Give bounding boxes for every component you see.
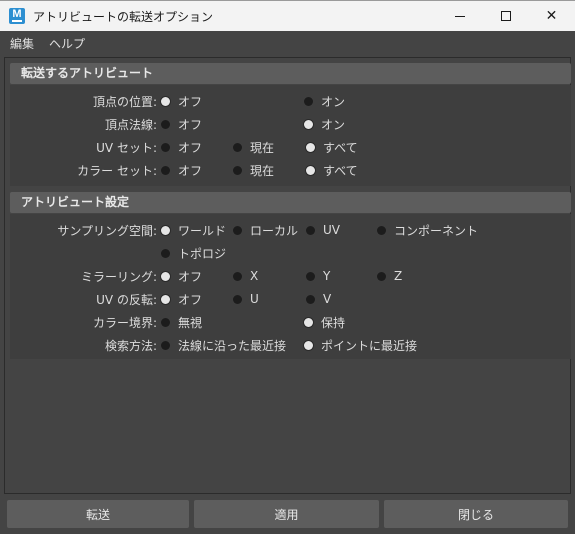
radio-uv-sets-off[interactable]: オフ — [161, 137, 202, 157]
radio-selected-icon — [306, 142, 315, 152]
radio-sample-space-uv[interactable]: UV — [306, 220, 340, 240]
radio-selected-icon — [306, 165, 315, 175]
menu-edit[interactable]: 編集 — [10, 35, 34, 52]
radio-unselected-icon — [161, 248, 170, 258]
radio-color-sets-off[interactable]: オフ — [161, 160, 202, 180]
row-uv-sets: UV セット: オフ 現在 すべて — [10, 137, 571, 157]
radio-selected-icon — [304, 317, 313, 327]
row-sample-space: サンプリング空間: ワールド ローカル UV コンポーネント — [10, 220, 571, 240]
label-flip-uvs: UV の反転: — [96, 293, 157, 307]
menu-bar: 編集 ヘルプ — [0, 31, 575, 53]
radio-selected-icon — [304, 119, 313, 129]
radio-uv-sets-current[interactable]: 現在 — [233, 137, 274, 157]
label-search-method: 検索方法: — [104, 339, 157, 353]
close-button[interactable]: 閉じる — [384, 500, 568, 528]
radio-unselected-icon — [233, 271, 242, 281]
radio-unselected-icon — [161, 142, 170, 152]
radio-unselected-icon — [233, 225, 242, 235]
radio-unselected-icon — [377, 271, 386, 281]
radio-selected-icon — [304, 340, 313, 350]
label-vertex-position: 頂点の位置: — [92, 95, 157, 109]
label-uv-sets: UV セット: — [96, 141, 157, 155]
radio-sample-space-topology[interactable]: トポロジ — [161, 243, 226, 263]
radio-unselected-icon — [233, 294, 242, 304]
row-color-sets: カラー セット: オフ 現在 すべて — [10, 160, 571, 180]
radio-color-sets-current[interactable]: 現在 — [233, 160, 274, 180]
minimize-icon — [454, 15, 465, 17]
row-search-method: 検索方法: 法線に沿った最近接 ポイントに最近接 — [10, 335, 571, 355]
radio-unselected-icon — [233, 165, 242, 175]
section-header-attributes-to-transfer[interactable]: 転送するアトリビュート — [10, 63, 571, 84]
maya-app-icon: M — [9, 8, 25, 24]
radio-vertex-normal-on[interactable]: オン — [304, 114, 345, 134]
close-window-button[interactable]: ✕ — [529, 1, 574, 31]
radio-selected-icon — [161, 225, 170, 235]
radio-flip-uvs-off[interactable]: オフ — [161, 289, 202, 309]
row-sample-space-2: トポロジ — [10, 243, 571, 263]
label-vertex-normal: 頂点法線: — [104, 118, 157, 132]
radio-color-borders-preserve[interactable]: 保持 — [304, 312, 345, 332]
radio-uv-sets-all[interactable]: すべて — [306, 137, 358, 157]
section-body-attribute-settings: サンプリング空間: ワールド ローカル UV コンポーネント トポロジ ミラーリ… — [10, 214, 571, 359]
radio-unselected-icon — [306, 225, 315, 235]
row-vertex-position: 頂点の位置: オフ オン — [10, 91, 571, 111]
radio-unselected-icon — [304, 96, 313, 106]
radio-vertex-position-off[interactable]: オフ — [161, 91, 202, 111]
radio-selected-icon — [161, 294, 170, 304]
radio-selected-icon — [161, 271, 170, 281]
radio-flip-uvs-u[interactable]: U — [233, 289, 259, 309]
radio-flip-uvs-v[interactable]: V — [306, 289, 331, 309]
radio-mirroring-off[interactable]: オフ — [161, 266, 202, 286]
window-title: アトリビュートの転送オプション — [33, 10, 214, 24]
label-mirroring: ミラーリング: — [80, 270, 157, 284]
radio-unselected-icon — [306, 271, 315, 281]
minimize-button[interactable] — [437, 1, 482, 31]
label-sample-space: サンプリング空間: — [57, 224, 157, 238]
row-vertex-normal: 頂点法線: オフ オン — [10, 114, 571, 134]
title-bar: M アトリビュートの転送オプション ✕ — [0, 0, 575, 31]
radio-color-borders-ignore[interactable]: 無視 — [161, 312, 202, 332]
radio-sample-space-local[interactable]: ローカル — [233, 220, 298, 240]
radio-unselected-icon — [161, 165, 170, 175]
transfer-button[interactable]: 転送 — [7, 500, 189, 528]
maximize-button[interactable] — [483, 1, 528, 31]
radio-unselected-icon — [161, 119, 170, 129]
radio-selected-icon — [161, 96, 170, 106]
radio-unselected-icon — [306, 294, 315, 304]
radio-search-method-closest-along-normal[interactable]: 法線に沿った最近接 — [161, 335, 286, 355]
row-color-borders: カラー境界: 無視 保持 — [10, 312, 571, 332]
radio-unselected-icon — [161, 340, 170, 350]
radio-mirroring-z[interactable]: Z — [377, 266, 402, 286]
row-flip-uvs: UV の反転: オフ U V — [10, 289, 571, 309]
section-header-attribute-settings[interactable]: アトリビュート設定 — [10, 192, 571, 213]
radio-sample-space-world[interactable]: ワールド — [161, 220, 226, 240]
radio-mirroring-x[interactable]: X — [233, 266, 258, 286]
radio-unselected-icon — [233, 142, 242, 152]
label-color-sets: カラー セット: — [77, 164, 157, 178]
menu-help[interactable]: ヘルプ — [49, 35, 85, 52]
radio-vertex-position-on[interactable]: オン — [304, 91, 345, 111]
radio-unselected-icon — [377, 225, 386, 235]
radio-vertex-normal-off[interactable]: オフ — [161, 114, 202, 134]
maximize-icon — [500, 11, 511, 21]
row-mirroring: ミラーリング: オフ X Y Z — [10, 266, 571, 286]
radio-mirroring-y[interactable]: Y — [306, 266, 330, 286]
apply-button[interactable]: 適用 — [194, 500, 379, 528]
label-color-borders: カラー境界: — [92, 316, 157, 330]
radio-color-sets-all[interactable]: すべて — [306, 160, 358, 180]
radio-sample-space-component[interactable]: コンポーネント — [377, 220, 478, 240]
section-body-attributes-to-transfer: 頂点の位置: オフ オン 頂点法線: オフ オン UV セット: オフ 現在 す… — [10, 85, 571, 186]
close-icon: ✕ — [545, 8, 558, 24]
radio-unselected-icon — [161, 317, 170, 327]
app-icon-letter: M — [12, 8, 22, 20]
options-panel: 転送するアトリビュート 頂点の位置: オフ オン 頂点法線: オフ オン UV … — [4, 57, 571, 494]
radio-search-method-closest-to-point[interactable]: ポイントに最近接 — [304, 335, 417, 355]
